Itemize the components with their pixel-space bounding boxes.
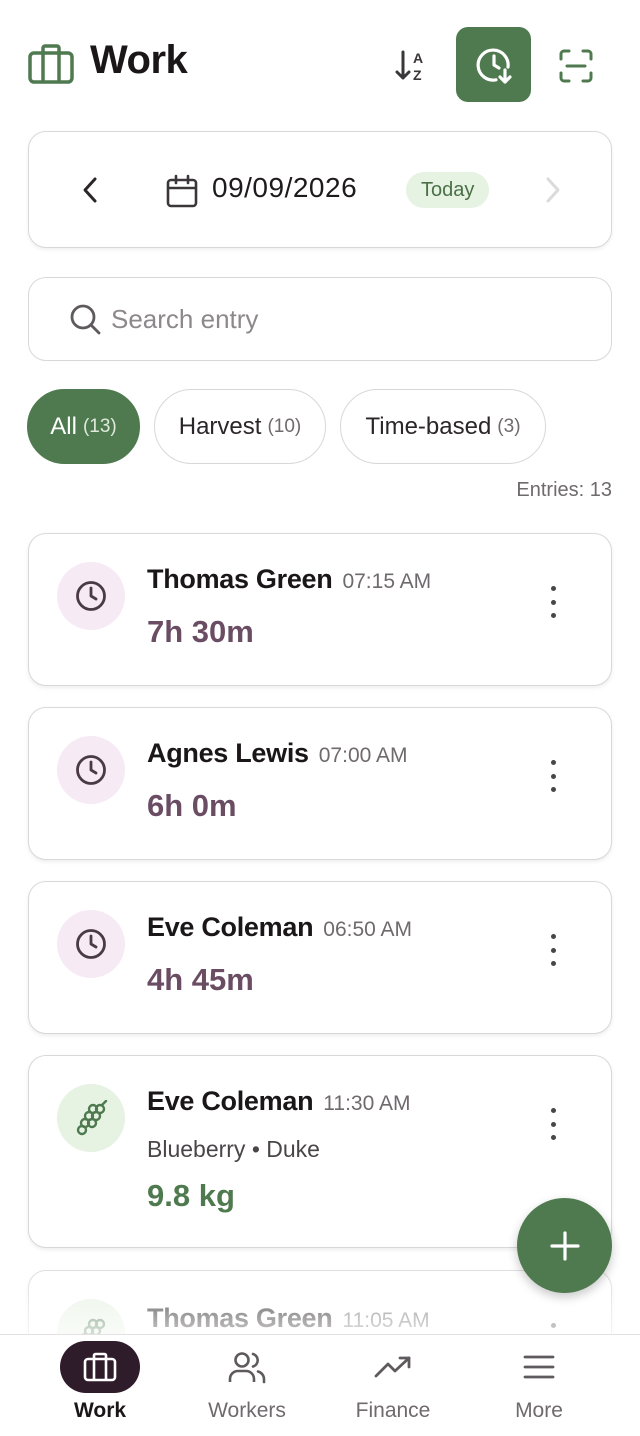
nav-icon-container — [499, 1341, 579, 1393]
previous-day-button[interactable] — [73, 170, 109, 210]
add-entry-button[interactable] — [517, 1198, 612, 1293]
date-navigator: 09/09/2026 Today — [28, 131, 612, 248]
worker-name-text: Eve Coleman — [147, 912, 314, 942]
scan-button[interactable] — [550, 40, 602, 92]
filter-chip-count: (10) — [267, 415, 302, 437]
app-header: Work A Z — [0, 0, 640, 128]
calendar-icon[interactable] — [165, 174, 199, 208]
plus-icon — [549, 1230, 580, 1261]
nav-label: Finance — [355, 1399, 431, 1422]
nav-item-work[interactable]: Work — [20, 1335, 180, 1436]
more-options-button[interactable] — [541, 1104, 565, 1144]
history-button[interactable] — [456, 27, 531, 102]
search-box — [28, 277, 612, 361]
nav-item-more[interactable]: More — [459, 1335, 619, 1436]
grapes-icon — [76, 1100, 108, 1136]
sort-button[interactable]: A Z — [384, 40, 440, 92]
entry-type-avatar — [57, 1084, 125, 1152]
entry-time: 11:05 AM — [342, 1309, 430, 1332]
more-options-button[interactable] — [541, 930, 565, 970]
nav-item-finance[interactable]: Finance — [313, 1335, 473, 1436]
next-day-button[interactable] — [534, 170, 570, 210]
entry-type-avatar — [57, 562, 125, 630]
entry-time: 07:00 AM — [318, 744, 408, 767]
entry-card[interactable]: Eve Coleman 06:50 AM 4h 45m — [28, 881, 612, 1034]
filter-chip-label: Harvest — [178, 412, 262, 440]
harvest-amount: 9.8 kg — [147, 1178, 235, 1213]
filter-chip-time-based[interactable]: Time-based (3) — [340, 389, 546, 464]
more-options-button[interactable] — [541, 582, 565, 622]
worker-name-text: Agnes Lewis — [147, 738, 309, 768]
worker-name: Thomas Green 11:05 AM — [147, 1303, 430, 1334]
clock-download-icon — [476, 47, 512, 84]
nav-icon-container — [60, 1341, 140, 1393]
page-title: Work — [90, 38, 188, 82]
filter-chip-all[interactable]: All (13) — [27, 389, 140, 464]
filter-chip-label: All — [50, 412, 77, 440]
entry-duration: 6h 0m — [147, 788, 237, 823]
worker-name-text: Thomas Green — [147, 564, 333, 594]
clock-icon — [76, 755, 106, 785]
users-icon — [228, 1352, 266, 1384]
worker-name: Eve Coleman 06:50 AM — [147, 912, 412, 943]
worker-name-text: Thomas Green — [147, 1303, 333, 1333]
filter-chip-count: (3) — [497, 415, 521, 437]
entry-type-avatar — [57, 910, 125, 978]
sort-a-z-icon: A Z — [395, 50, 423, 83]
trending-up-icon — [374, 1356, 411, 1378]
entry-card[interactable]: Thomas Green 07:15 AM 7h 30m — [28, 533, 612, 686]
menu-icon — [523, 1355, 555, 1379]
nav-label: Workers — [208, 1399, 286, 1422]
entry-type-avatar — [57, 736, 125, 804]
nav-icon-container — [207, 1341, 287, 1393]
entry-time: 06:50 AM — [323, 918, 413, 941]
filter-chip-label: Time-based — [365, 412, 492, 440]
clock-icon — [76, 929, 106, 959]
selected-date[interactable]: 09/09/2026 — [212, 172, 357, 204]
scan-icon — [559, 49, 593, 83]
worker-name: Thomas Green 07:15 AM — [147, 564, 431, 595]
clock-icon — [76, 581, 106, 611]
crop-details: Blueberry • Duke — [147, 1136, 320, 1162]
nav-label: More — [515, 1399, 563, 1422]
entry-duration: 7h 30m — [147, 614, 254, 649]
more-options-button[interactable] — [541, 756, 565, 796]
entry-time: 11:30 AM — [323, 1092, 411, 1115]
entry-time: 07:15 AM — [342, 570, 432, 593]
svg-text:A: A — [413, 50, 423, 66]
briefcase-icon — [28, 44, 74, 84]
worker-name-text: Eve Coleman — [147, 1086, 314, 1116]
nav-icon-container — [353, 1341, 433, 1393]
bottom-navigation: Work Workers Finance More — [0, 1334, 640, 1436]
svg-text:Z: Z — [413, 67, 422, 83]
search-icon — [70, 304, 101, 335]
search-input[interactable] — [111, 296, 581, 342]
entries-count: Entries: 13 — [516, 479, 612, 501]
filter-chip-count: (13) — [82, 415, 117, 437]
worker-name: Eve Coleman 11:30 AM — [147, 1086, 410, 1117]
briefcase-icon — [83, 1352, 117, 1382]
entry-card[interactable]: Agnes Lewis 07:00 AM 6h 0m — [28, 707, 612, 860]
chevron-right-icon — [546, 177, 560, 203]
chevron-left-icon — [83, 177, 97, 203]
today-badge: Today — [406, 172, 490, 208]
entry-duration: 4h 45m — [147, 962, 254, 997]
filter-chip-harvest[interactable]: Harvest (10) — [154, 389, 326, 464]
worker-name: Agnes Lewis 07:00 AM — [147, 738, 407, 769]
nav-label: Work — [73, 1399, 127, 1422]
nav-item-workers[interactable]: Workers — [167, 1335, 327, 1436]
